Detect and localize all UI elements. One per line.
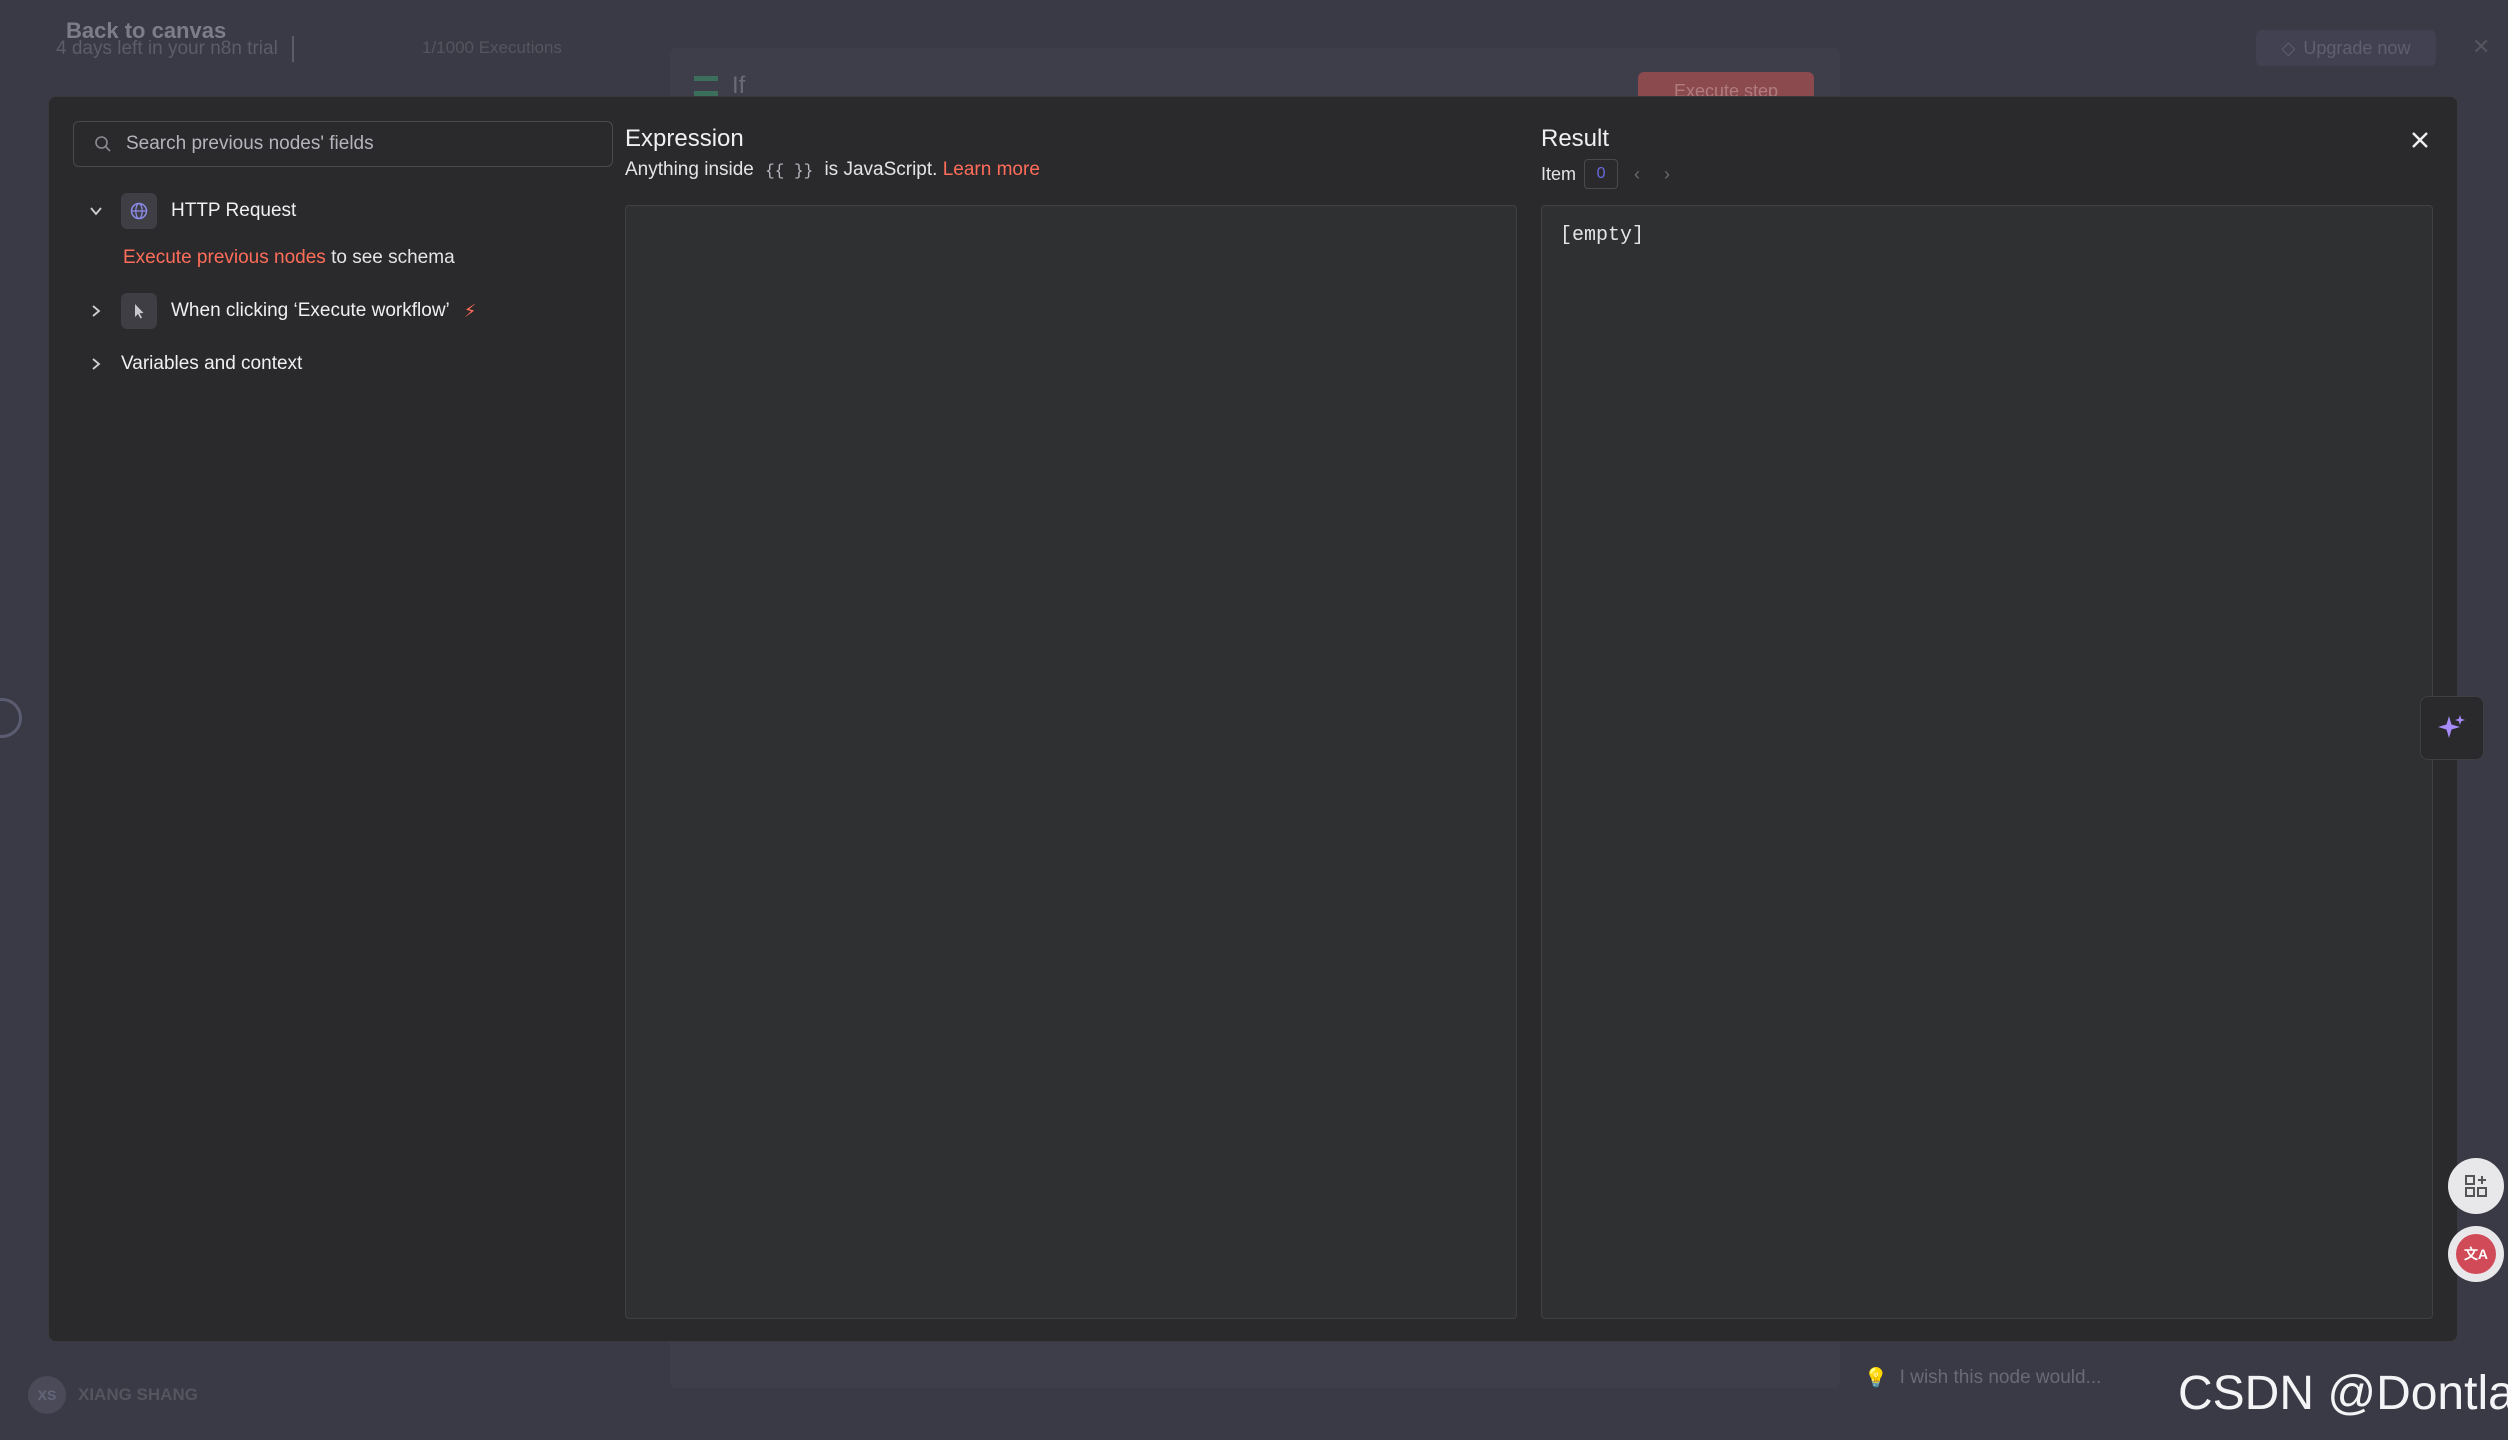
code-chip: {{ }} xyxy=(765,162,814,180)
globe-icon xyxy=(121,193,157,229)
execute-previous-nodes-link[interactable]: Execute previous nodes xyxy=(123,247,326,268)
upgrade-button[interactable]: ◇ Upgrade now xyxy=(2256,30,2436,66)
search-field[interactable] xyxy=(73,121,613,167)
tree-item-label: HTTP Request xyxy=(171,200,297,221)
search-input[interactable] xyxy=(126,133,586,155)
chevron-down-icon[interactable] xyxy=(85,200,107,222)
banner-close-icon[interactable]: ✕ xyxy=(2472,34,2490,60)
translate-button[interactable]: 文A xyxy=(2448,1226,2504,1282)
ai-assistant-button[interactable] xyxy=(2420,696,2484,760)
item-selector: Item 0 ‹ › xyxy=(1541,159,1678,189)
chevron-right-icon[interactable] xyxy=(85,353,107,375)
divider xyxy=(291,36,294,62)
back-to-canvas-link[interactable]: Back to canvas xyxy=(66,18,226,44)
tree-item-variables[interactable]: Variables and context xyxy=(85,353,302,375)
tree-item-label: When clicking ‘Execute workflow’ xyxy=(171,300,450,321)
globe-icon xyxy=(0,698,22,738)
expression-title: Expression xyxy=(625,125,744,152)
feedback-input[interactable]: 💡 I wish this node would... xyxy=(1864,1366,2101,1390)
tree-item-http-request[interactable]: HTTP Request xyxy=(85,193,296,229)
gem-icon: ◇ xyxy=(2281,37,2296,58)
executions-counter: 1/1000 Executions xyxy=(422,38,562,57)
watermark: CSDN @Dontla xyxy=(2178,1367,2508,1420)
close-icon[interactable] xyxy=(2405,125,2435,155)
schema-hint: Execute previous nodes to see schema xyxy=(123,247,455,268)
translate-icon: 文A xyxy=(2456,1234,2496,1274)
expression-hint: Anything inside {{ }} is JavaScript. Lea… xyxy=(625,159,1040,180)
item-index-input[interactable]: 0 xyxy=(1584,159,1619,189)
expression-editor-modal: HTTP Request Execute previous nodes to s… xyxy=(48,96,2458,1342)
lightbulb-icon: 💡 xyxy=(1864,1368,1888,1389)
tree-item-trigger[interactable]: When clicking ‘Execute workflow’ ⚡ xyxy=(85,293,476,329)
grid-plus-icon xyxy=(2465,1175,2487,1197)
chevron-left-icon[interactable]: ‹ xyxy=(1626,164,1648,185)
chevron-right-icon[interactable]: › xyxy=(1656,164,1678,185)
avatar: XS xyxy=(28,1376,66,1414)
user-name: XIANG SHANG xyxy=(78,1385,198,1404)
learn-more-link[interactable]: Learn more xyxy=(943,159,1040,180)
sparkle-icon xyxy=(2438,715,2465,738)
result-empty: [empty] xyxy=(1560,224,1645,247)
search-icon xyxy=(95,136,111,152)
item-label: Item xyxy=(1541,163,1577,184)
expression-editor[interactable] xyxy=(625,205,1517,1319)
lightning-icon: ⚡ xyxy=(463,300,477,321)
tree-item-label: Variables and context xyxy=(121,353,303,374)
cursor-icon xyxy=(121,293,157,329)
result-title: Result xyxy=(1541,125,1610,152)
user-menu[interactable]: XS XIANG SHANG xyxy=(28,1376,198,1414)
chevron-right-icon[interactable] xyxy=(85,300,107,322)
result-pane: [empty] xyxy=(1541,205,2433,1319)
apps-button[interactable] xyxy=(2448,1158,2504,1214)
if-node-icon xyxy=(694,76,718,96)
